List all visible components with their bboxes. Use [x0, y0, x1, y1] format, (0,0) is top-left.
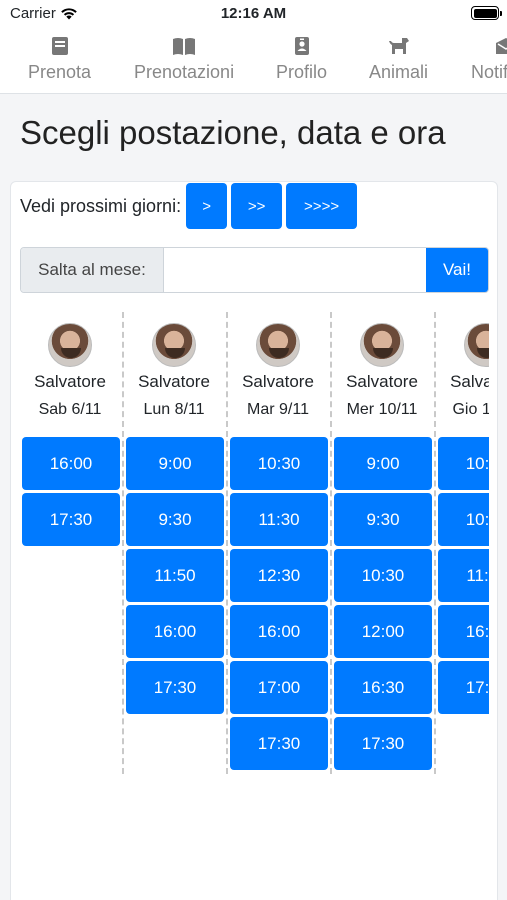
- tab-label: Prenotazioni: [134, 62, 235, 82]
- tab-label: Animali: [369, 62, 429, 82]
- operator-column: Salvatore Sab 6/11 16:00 17:30: [20, 312, 124, 774]
- operator-name: Salvatore: [242, 372, 314, 391]
- time-slot-button[interactable]: 11:50: [126, 549, 224, 602]
- tab-prenotazioni[interactable]: Prenotazioni: [134, 34, 234, 83]
- column-date: Sab 6/11: [38, 401, 102, 418]
- jump-month-go-button[interactable]: Vai!: [426, 248, 488, 292]
- status-time: 12:16 AM: [220, 5, 287, 22]
- time-slot-button[interactable]: 9:30: [126, 493, 224, 546]
- time-slot-button[interactable]: 12:00: [334, 605, 432, 658]
- envelope-icon: [495, 34, 507, 58]
- time-slot-button[interactable]: 16:00: [438, 605, 489, 658]
- time-slot-button[interactable]: 10:30: [438, 437, 489, 490]
- time-slot-button[interactable]: 17:30: [438, 661, 489, 714]
- book-icon: [51, 34, 69, 58]
- time-slot-button[interactable]: 16:00: [126, 605, 224, 658]
- time-slot-button[interactable]: 17:30: [126, 661, 224, 714]
- time-slot-button[interactable]: 9:30: [334, 493, 432, 546]
- avatar: [256, 323, 300, 367]
- time-slot-button[interactable]: 10:30: [230, 437, 328, 490]
- tab-label: Notifiche: [471, 62, 507, 82]
- operator-column: SalvatoreGio 11/1110:3010:3011:3016:0017…: [436, 312, 489, 774]
- booking-card: Vedi prossimi giorni: > >> >>>> Salta al…: [10, 181, 498, 900]
- avatar: [464, 323, 489, 367]
- time-slot-button[interactable]: 9:00: [334, 437, 432, 490]
- tab-animali[interactable]: Animali: [369, 34, 428, 83]
- time-slot-button[interactable]: 10:30: [334, 549, 432, 602]
- operator-column: Salvatore Lun 8/11 9:00 9:30 11:50 16:00 17:30: [124, 312, 228, 774]
- column-date: Mer 10/11: [346, 401, 418, 418]
- operator-name: Salvatore: [138, 372, 210, 391]
- jump-month-label: Salta al mese:: [21, 248, 164, 292]
- time-slot-button[interactable]: 17:30: [334, 717, 432, 770]
- jump-month-input[interactable]: [164, 248, 426, 292]
- status-bar: Carrier 12:16 AM: [0, 0, 507, 28]
- time-slot-button[interactable]: 9:00: [126, 437, 224, 490]
- time-slot-button[interactable]: 17:00: [230, 661, 328, 714]
- tab-profilo[interactable]: Profilo: [276, 34, 327, 83]
- operator-column: Salvatore Mar 9/11 10:30 11:30 12:30 16:00 17:…: [228, 312, 332, 774]
- operator-name: Salvatore: [450, 372, 489, 391]
- avatar: [152, 323, 196, 367]
- top-tab-bar: Prenota Prenotazioni Profilo Animali Not…: [0, 28, 507, 94]
- time-slot-button[interactable]: 16:00: [22, 437, 120, 490]
- operator-name: Salvatore: [346, 372, 418, 391]
- avatar: [360, 323, 404, 367]
- dog-icon: [387, 34, 411, 58]
- time-slot-list: 9:00 9:30 11:50 16:00 17:30: [126, 437, 224, 717]
- time-slot-button[interactable]: 11:30: [438, 549, 489, 602]
- tab-notifiche[interactable]: Notifiche: [471, 34, 507, 83]
- jump-month-group: Salta al mese: Vai!: [20, 247, 489, 293]
- page-title: Scegli postazione, data e ora: [20, 114, 446, 151]
- time-slot-button[interactable]: 11:30: [230, 493, 328, 546]
- time-slot-button[interactable]: 17:30: [22, 493, 120, 546]
- tab-label: Prenota: [28, 62, 92, 82]
- column-date: Lun 8/11: [143, 401, 205, 418]
- operator-name: Salvatore: [34, 372, 106, 391]
- time-slot-button[interactable]: 17:30: [230, 717, 328, 770]
- time-slot-list: 10:3010:3011:3016:0017:30: [438, 437, 489, 717]
- schedule-columns: Salvatore Sab 6/11 16:00 17:30 Salvatore Lun …: [20, 312, 489, 774]
- id-badge-icon: [294, 34, 310, 58]
- next-days-label: Vedi prossimi giorni:: [20, 195, 182, 216]
- battery-icon: [471, 6, 502, 20]
- next-four-days-button[interactable]: >>>>: [286, 183, 358, 229]
- column-date: Gio 11/11: [452, 401, 489, 418]
- time-slot-button[interactable]: 10:30: [438, 493, 489, 546]
- next-days-row: Vedi prossimi giorni: > >> >>>>: [20, 183, 361, 229]
- tab-prenota[interactable]: Prenota: [28, 34, 91, 83]
- operator-column: Salvatore Mer 10/11 9:00 9:30 10:30 12:00 16:3…: [332, 312, 436, 774]
- tab-label: Profilo: [276, 62, 328, 82]
- next-day-button[interactable]: >: [186, 183, 228, 229]
- time-slot-list: 10:30 11:30 12:30 16:00 17:00 17:30: [230, 437, 328, 773]
- time-slot-button[interactable]: 12:30: [230, 549, 328, 602]
- time-slot-list: 9:00 9:30 10:30 12:00 16:30 17:30: [334, 437, 432, 773]
- time-slot-list: 16:00 17:30: [22, 437, 120, 549]
- open-book-icon: [172, 34, 196, 58]
- time-slot-button[interactable]: 16:00: [230, 605, 328, 658]
- time-slot-button[interactable]: 16:30: [334, 661, 432, 714]
- avatar: [48, 323, 92, 367]
- next-two-days-button[interactable]: >>: [231, 183, 283, 229]
- column-date: Mar 9/11: [247, 401, 309, 418]
